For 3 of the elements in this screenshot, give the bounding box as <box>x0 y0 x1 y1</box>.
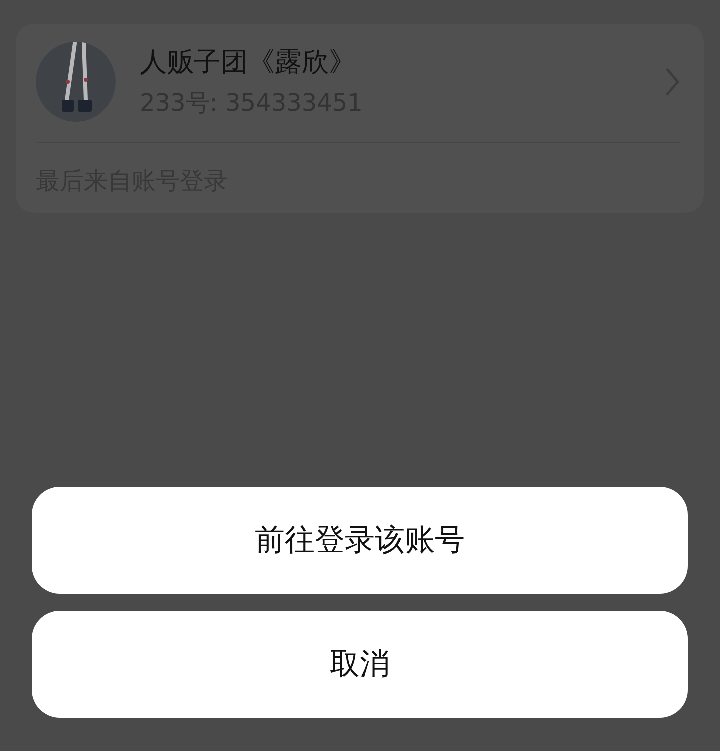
account-name: 人贩子团《露欣》 <box>140 46 357 80</box>
cancel-button[interactable]: 取消 <box>32 611 688 718</box>
action-button[interactable]: 前往登录该账号 <box>32 487 688 594</box>
